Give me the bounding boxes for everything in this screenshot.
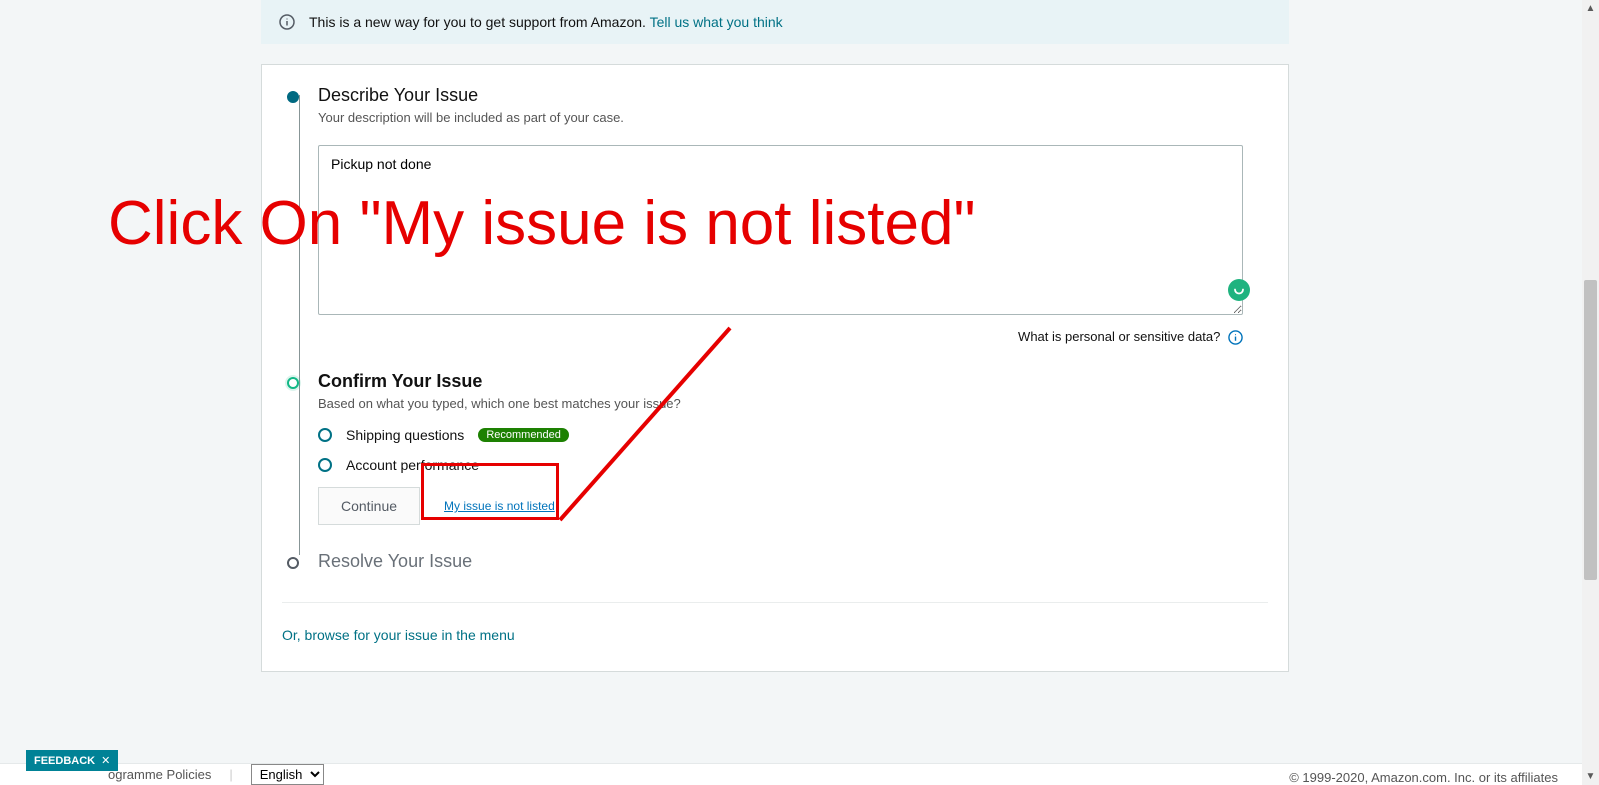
feedback-tab[interactable]: FEEDBACK ✕ [26,750,118,771]
banner-link[interactable]: Tell us what you think [650,14,783,30]
my-issue-not-listed-link[interactable]: My issue is not listed [444,499,555,513]
radio-icon [318,428,332,442]
feedback-label: FEEDBACK [34,755,95,767]
issue-description-input[interactable] [318,145,1243,315]
vertical-scrollbar[interactable]: ▲ ▼ [1582,0,1599,785]
issue-option-account-performance[interactable]: Account performance [318,457,1268,473]
page-footer: ogramme Policies | English © 1999-2020, … [0,763,1582,785]
recommended-badge: Recommended [478,428,569,442]
step-dot-3 [287,557,299,569]
sensitive-data-link[interactable]: What is personal or sensitive data? [1018,329,1220,344]
step1-sub: Your description will be included as par… [302,110,1268,125]
close-icon[interactable]: ✕ [101,754,110,767]
language-select[interactable]: English [251,764,324,785]
step2-sub: Based on what you typed, which one best … [302,396,1268,411]
scroll-thumb[interactable] [1584,280,1597,580]
grammarly-icon[interactable] [1228,279,1250,301]
support-card: Describe Your Issue Your description wil… [261,64,1289,672]
step-dot-1 [287,91,299,103]
info-banner: This is a new way for you to get support… [261,0,1289,44]
step-resolve: Resolve Your Issue [302,551,1268,572]
radio-icon [318,458,332,472]
scroll-down-icon[interactable]: ▼ [1582,768,1599,785]
help-icon[interactable] [1228,330,1243,345]
step-confirm: Confirm Your Issue Based on what you typ… [302,371,1268,525]
copyright-text: © 1999-2020, Amazon.com. Inc. or its aff… [1289,770,1558,785]
programme-policies-link[interactable]: ogramme Policies [108,767,211,782]
step-connector-line [299,95,300,555]
banner-text: This is a new way for you to get support… [309,14,650,30]
step-dot-2 [287,377,299,389]
option-label: Shipping questions [346,427,464,443]
step3-title: Resolve Your Issue [302,551,1268,572]
browse-menu-link[interactable]: Or, browse for your issue in the menu [282,627,515,643]
step1-title: Describe Your Issue [302,85,1268,106]
issue-option-shipping[interactable]: Shipping questions Recommended [318,427,1268,443]
step2-title: Confirm Your Issue [302,371,1268,392]
info-icon [279,14,295,30]
continue-button[interactable]: Continue [318,487,420,525]
scroll-up-icon[interactable]: ▲ [1582,0,1599,17]
option-label: Account performance [346,457,479,473]
step-describe: Describe Your Issue Your description wil… [302,85,1268,345]
